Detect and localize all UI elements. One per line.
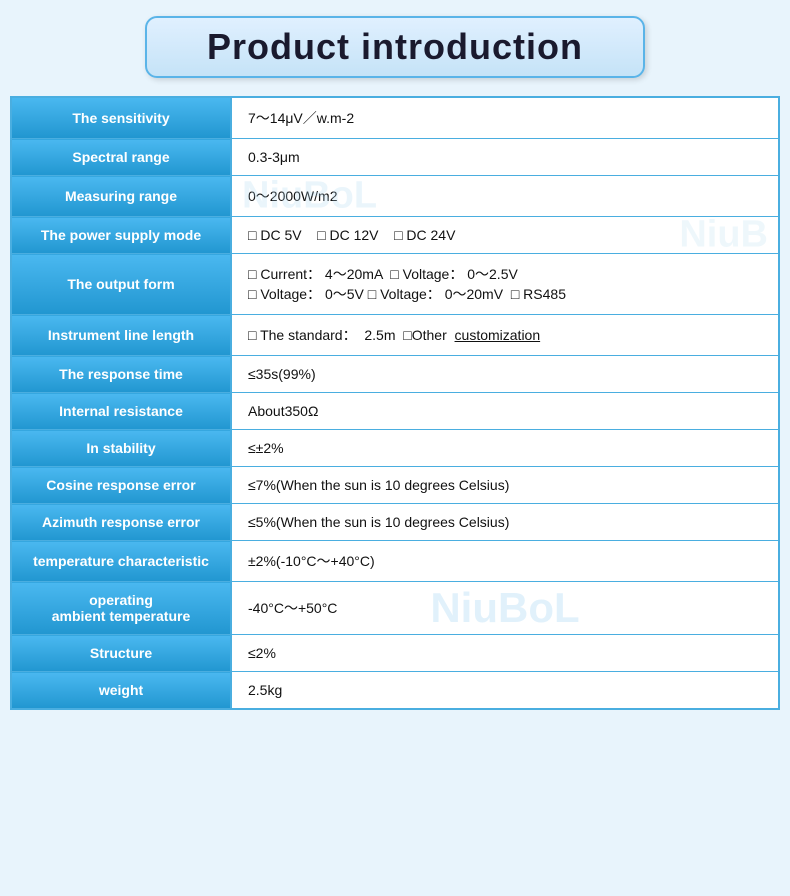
table-row: In stability ≤±2% bbox=[11, 430, 779, 467]
value-stability: ≤±2% bbox=[231, 430, 779, 467]
label-internal-resistance: Internal resistance bbox=[11, 393, 231, 430]
table-row: operating ambient temperature -40°C～+50°… bbox=[11, 582, 779, 635]
value-ambient-temp: -40°C～+50°C NiuBoL bbox=[231, 582, 779, 635]
table-row: Cosine response error ≤7%(When the sun i… bbox=[11, 467, 779, 504]
table-row: The response time ≤35s(99%) bbox=[11, 356, 779, 393]
value-sensitivity: 7～14μV／w.m-2 bbox=[231, 97, 779, 139]
value-power: □ DC 5V □ DC 12V □ DC 24V NiuB bbox=[231, 217, 779, 254]
value-spectral: 0.3-3μm bbox=[231, 139, 779, 176]
table-row: weight 2.5kg bbox=[11, 672, 779, 710]
label-instrument-line: Instrument line length bbox=[11, 315, 231, 356]
spec-table: The sensitivity 7～14μV／w.m-2 Spectral ra… bbox=[10, 96, 780, 710]
value-response-time: ≤35s(99%) bbox=[231, 356, 779, 393]
watermark-center: NiuBoL bbox=[430, 584, 579, 632]
table-row: The sensitivity 7～14μV／w.m-2 bbox=[11, 97, 779, 139]
title-box: Product introduction bbox=[145, 16, 645, 78]
table-row: Spectral range 0.3-3μm bbox=[11, 139, 779, 176]
label-ambient-temp: operating ambient temperature bbox=[11, 582, 231, 635]
table-row: Instrument line length □ The standard： 2… bbox=[11, 315, 779, 356]
value-azimuth: ≤5%(When the sun is 10 degrees Celsius) bbox=[231, 504, 779, 541]
label-stability: In stability bbox=[11, 430, 231, 467]
table-row: Azimuth response error ≤5%(When the sun … bbox=[11, 504, 779, 541]
table-row: The output form □ Current： 4～20mA □ Volt… bbox=[11, 254, 779, 315]
table-row: Measuring range 0～2000W/m2 NiuBoL bbox=[11, 176, 779, 217]
label-temp-characteristic: temperature characteristic bbox=[11, 541, 231, 582]
value-structure: ≤2% bbox=[231, 635, 779, 672]
value-instrument-line: □ The standard： 2.5m □Other customizatio… bbox=[231, 315, 779, 356]
label-measuring: Measuring range bbox=[11, 176, 231, 217]
label-structure: Structure bbox=[11, 635, 231, 672]
table-row: The power supply mode □ DC 5V □ DC 12V □… bbox=[11, 217, 779, 254]
value-cosine: ≤7%(When the sun is 10 degrees Celsius) bbox=[231, 467, 779, 504]
value-weight: 2.5kg bbox=[231, 672, 779, 710]
page-container: Product introduction The sensitivity 7～1… bbox=[10, 10, 780, 710]
table-row: temperature characteristic ±2%(-10°C～+40… bbox=[11, 541, 779, 582]
page-title: Product introduction bbox=[207, 26, 583, 67]
label-output: The output form bbox=[11, 254, 231, 315]
table-row: Internal resistance About350Ω bbox=[11, 393, 779, 430]
watermark-right: NiuB bbox=[679, 214, 768, 257]
value-measuring: 0～2000W/m2 NiuBoL bbox=[231, 176, 779, 217]
label-cosine: Cosine response error bbox=[11, 467, 231, 504]
value-temp-characteristic: ±2%(-10°C～+40°C) bbox=[231, 541, 779, 582]
label-response-time: The response time bbox=[11, 356, 231, 393]
label-sensitivity: The sensitivity bbox=[11, 97, 231, 139]
watermark-left: NiuBoL bbox=[242, 175, 377, 218]
table-row: Structure ≤2% bbox=[11, 635, 779, 672]
label-azimuth: Azimuth response error bbox=[11, 504, 231, 541]
label-spectral: Spectral range bbox=[11, 139, 231, 176]
value-internal-resistance: About350Ω bbox=[231, 393, 779, 430]
title-container: Product introduction bbox=[10, 10, 780, 84]
value-output: □ Current： 4～20mA □ Voltage： 0～2.5V □ Vo… bbox=[231, 254, 779, 315]
label-weight: weight bbox=[11, 672, 231, 710]
label-power: The power supply mode bbox=[11, 217, 231, 254]
